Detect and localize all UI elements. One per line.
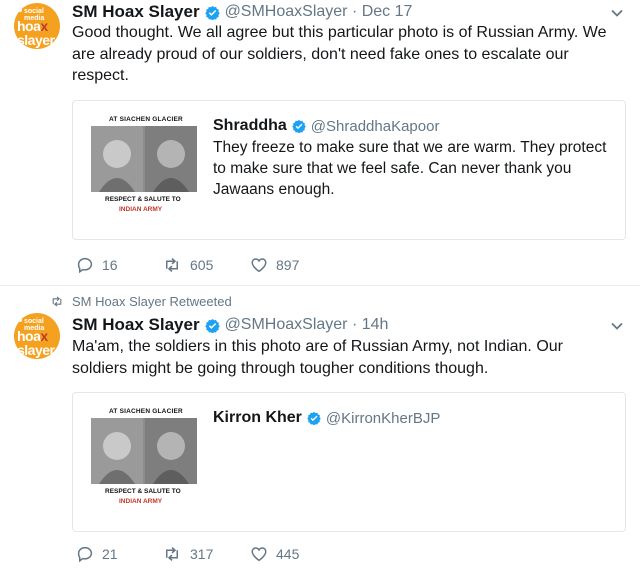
avatar[interactable]: social media hoax slayer bbox=[14, 3, 60, 49]
like-button[interactable]: 445 bbox=[250, 545, 299, 563]
verified-icon bbox=[205, 318, 220, 333]
soldiers-photo bbox=[91, 418, 197, 484]
image-caption-top: AT SIACHEN GLACIER bbox=[109, 116, 183, 123]
retweet-button[interactable]: 317 bbox=[162, 545, 213, 563]
like-count: 445 bbox=[276, 546, 300, 562]
chevron-down-icon[interactable] bbox=[610, 8, 624, 18]
retweet-icon bbox=[50, 295, 64, 308]
quoted-tweet-text: They freeze to make sure that we are war… bbox=[213, 139, 607, 198]
author-handle[interactable]: @SMHoaxSlayer · Dec 17 bbox=[225, 3, 413, 21]
soldiers-photo-art bbox=[91, 418, 197, 484]
verified-icon bbox=[292, 119, 306, 133]
image-caption-mid: RESPECT & SALUTE TO bbox=[105, 488, 181, 495]
verified-icon bbox=[307, 411, 321, 425]
quoted-tweet-image: AT SIACHEN GLACIER RESPECT & SALUTE TO I… bbox=[87, 402, 201, 518]
quoted-author-handle[interactable]: @ShraddhaKapoor bbox=[311, 118, 440, 135]
heart-icon bbox=[250, 545, 268, 563]
image-caption-bottom: INDIAN ARMY bbox=[119, 498, 163, 505]
image-caption-top: AT SIACHEN GLACIER bbox=[109, 408, 183, 415]
tweet-text: Good thought. We all agree but this part… bbox=[72, 24, 607, 84]
quoted-tweet-header: Kirron Kher @KirronKherBJP bbox=[213, 409, 440, 427]
retweet-button[interactable]: 605 bbox=[162, 256, 213, 274]
tweet-header: SM Hoax Slayer @SMHoaxSlayer · 14h bbox=[72, 315, 388, 335]
avatar-dot bbox=[18, 8, 22, 12]
retweet-context: SM Hoax Slayer Retweeted bbox=[50, 294, 232, 309]
retweet-icon bbox=[162, 545, 182, 563]
retweet-count: 605 bbox=[190, 257, 214, 273]
retweeted-by-label[interactable]: SM Hoax Slayer Retweeted bbox=[72, 294, 232, 309]
quoted-tweet-card[interactable]: AT SIACHEN GLACIER RESPECT & SALUTE TO I… bbox=[72, 100, 626, 240]
soldiers-photo-art bbox=[91, 126, 197, 192]
reply-button[interactable]: 21 bbox=[76, 545, 118, 563]
verified-icon bbox=[205, 5, 220, 20]
reply-button[interactable]: 16 bbox=[76, 256, 118, 274]
avatar-line2: hoax slayer bbox=[17, 18, 55, 48]
author-name[interactable]: SM Hoax Slayer bbox=[72, 2, 200, 22]
tweet-text: Ma'am, the soldiers in this photo are of… bbox=[72, 338, 563, 377]
quoted-tweet-image: AT SIACHEN GLACIER RESPECT & SALUTE TO I… bbox=[87, 110, 201, 226]
like-button[interactable]: 897 bbox=[250, 256, 299, 274]
reply-count: 16 bbox=[102, 257, 118, 273]
tweet-divider bbox=[0, 285, 640, 286]
avatar-dot bbox=[18, 318, 22, 322]
reply-icon bbox=[76, 256, 94, 274]
chevron-down-icon[interactable] bbox=[610, 321, 624, 331]
author-name[interactable]: SM Hoax Slayer bbox=[72, 315, 200, 335]
quoted-author-name[interactable]: Shraddha bbox=[213, 117, 287, 135]
retweet-count: 317 bbox=[190, 546, 214, 562]
quoted-author-handle[interactable]: @KirronKherBJP bbox=[326, 410, 440, 427]
retweet-icon bbox=[162, 256, 182, 274]
like-count: 897 bbox=[276, 257, 300, 273]
quoted-author-name[interactable]: Kirron Kher bbox=[213, 409, 302, 427]
soldiers-photo bbox=[91, 126, 197, 192]
author-handle[interactable]: @SMHoaxSlayer · 14h bbox=[225, 316, 389, 334]
avatar-line2: hoax slayer bbox=[17, 328, 55, 358]
image-caption-bottom: INDIAN ARMY bbox=[119, 206, 163, 213]
tweet-header: SM Hoax Slayer @SMHoaxSlayer · Dec 17 bbox=[72, 2, 412, 22]
reply-icon bbox=[76, 545, 94, 563]
avatar[interactable]: social media hoax slayer bbox=[14, 313, 60, 359]
heart-icon bbox=[250, 256, 268, 274]
quoted-tweet-header: Shraddha @ShraddhaKapoor bbox=[213, 117, 439, 135]
reply-count: 21 bbox=[102, 546, 118, 562]
quoted-tweet-card[interactable]: AT SIACHEN GLACIER RESPECT & SALUTE TO I… bbox=[72, 392, 626, 532]
image-caption-mid: RESPECT & SALUTE TO bbox=[105, 196, 181, 203]
